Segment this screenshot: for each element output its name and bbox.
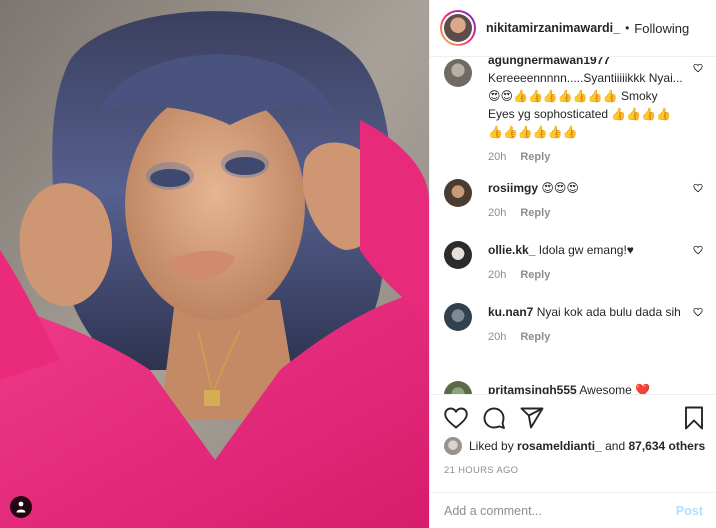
likes-and: and [605, 439, 626, 453]
portrait-image [0, 0, 429, 528]
bookmark-save-icon[interactable] [684, 406, 704, 430]
reply-button[interactable]: Reply [520, 206, 550, 220]
comment-time[interactable]: 20h [488, 330, 506, 344]
post-comment-button[interactable]: Post [676, 504, 703, 518]
post-side-panel: nikitamirzanimawardi_ • Following agungn… [429, 0, 716, 528]
liked-by-prefix: Liked by [469, 439, 514, 453]
post-actions-bar [444, 403, 704, 433]
comment-username[interactable]: ollie.kk_ [488, 243, 535, 257]
reply-button[interactable]: Reply [520, 150, 550, 164]
comment-bubble-icon[interactable] [482, 406, 506, 430]
comment-item: ku.nan7 Nyai kok ada bulu dada sih 20h R… [444, 303, 703, 344]
tag-icon[interactable] [10, 496, 32, 518]
like-comment-heart-icon[interactable] [693, 183, 703, 193]
comment-item: agungnermawan1977 Kereeeennnnn.....Syant… [444, 57, 703, 164]
like-comment-heart-icon[interactable] [693, 307, 703, 317]
comment-time[interactable]: 20h [488, 268, 506, 282]
reply-button[interactable]: Reply [520, 330, 550, 344]
commenter-avatar[interactable] [444, 303, 472, 331]
comments-list[interactable]: agungnermawan1977 Kereeeennnnn.....Syant… [430, 57, 716, 395]
post-timestamp[interactable]: 21 HOURS AGO [444, 465, 518, 476]
comment-item: rosiimgy 😍😍😍 20h Reply [444, 179, 703, 220]
comment-text: Idola gw emang!♥ [538, 243, 634, 257]
author-avatar[interactable] [444, 14, 472, 42]
like-comment-heart-icon[interactable] [693, 63, 703, 73]
comment-username[interactable]: agungnermawan1977 [488, 57, 610, 67]
like-heart-icon[interactable] [444, 407, 468, 429]
likes-summary: Liked by rosameldianti_ and 87,634 other… [444, 437, 705, 455]
comment-username[interactable]: rosiimgy [488, 181, 538, 195]
comment-text: Awesome ❤️ [579, 383, 651, 395]
comment-text: Kereeeennnnn.....Syantiiiiikkk Nyai...😍😍… [488, 71, 683, 139]
likes-count[interactable]: 87,634 others [628, 439, 705, 453]
comment-time[interactable]: 20h [488, 150, 506, 164]
separator-dot: • [625, 21, 630, 35]
following-button[interactable]: Following [634, 21, 689, 36]
comment-item: ollie.kk_ Idola gw emang!♥ 20h Reply [444, 241, 703, 282]
commenter-avatar[interactable] [444, 179, 472, 207]
comment-item: pritamsingh555 Awesome ❤️ [444, 381, 703, 395]
liker-username[interactable]: rosameldianti_ [517, 439, 602, 453]
author-username[interactable]: nikitamirzanimawardi_ [486, 21, 620, 35]
comment-text: 😍😍😍 [541, 181, 579, 195]
post-photo[interactable] [0, 0, 429, 528]
commenter-avatar[interactable] [444, 59, 472, 87]
like-comment-heart-icon[interactable] [693, 245, 703, 255]
comment-input[interactable] [444, 503, 676, 518]
author-story-ring[interactable] [440, 10, 476, 46]
comment-time[interactable]: 20h [488, 206, 506, 220]
commenter-avatar[interactable] [444, 241, 472, 269]
comment-username[interactable]: pritamsingh555 [488, 383, 577, 394]
post-header: nikitamirzanimawardi_ • Following [430, 0, 716, 57]
commenter-avatar[interactable] [444, 381, 472, 394]
liker-avatar[interactable] [444, 437, 462, 455]
comment-text: Nyai kok ada bulu dada sih [536, 305, 681, 319]
add-comment-bar: Post [430, 492, 716, 528]
reply-button[interactable]: Reply [520, 268, 550, 282]
share-paper-plane-icon[interactable] [520, 407, 544, 429]
comment-username[interactable]: ku.nan7 [488, 305, 533, 319]
